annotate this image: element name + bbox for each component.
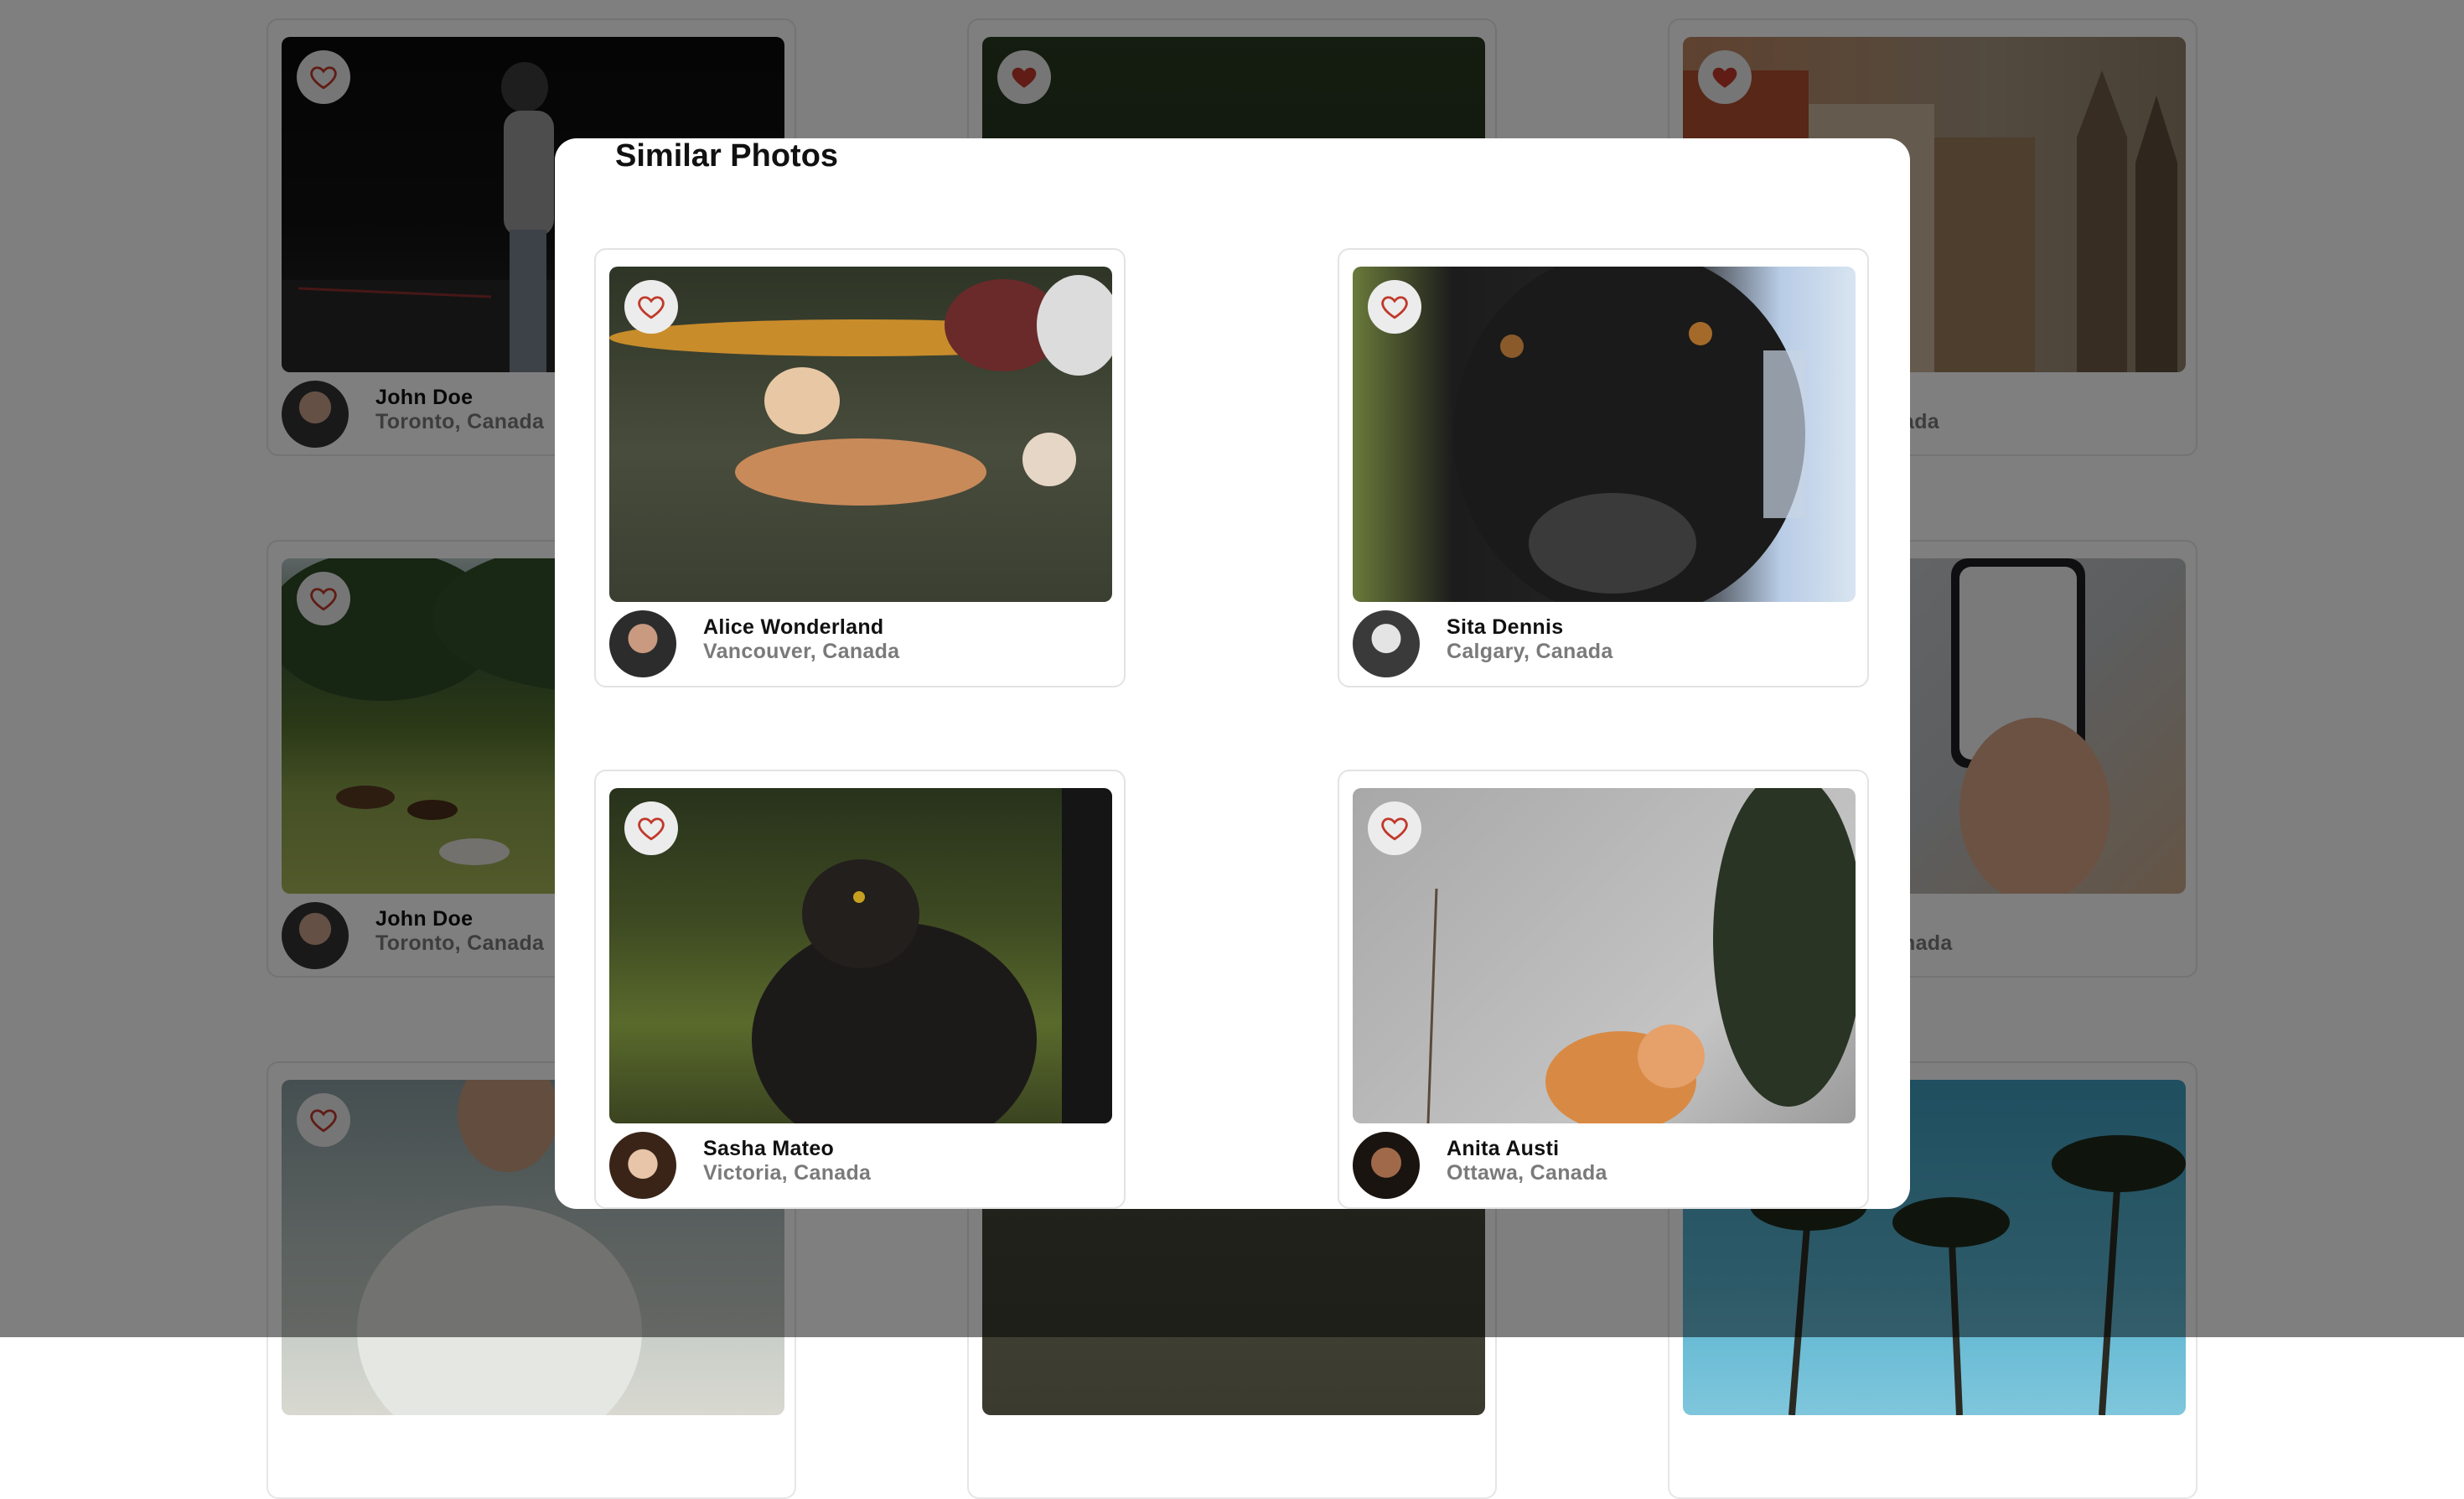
heart-icon (1381, 817, 1408, 841)
similar-photo-card[interactable]: Anita Austi Ottawa, Canada (1338, 770, 1869, 1209)
photographer-name: Sita Dennis (1447, 615, 1564, 639)
like-button[interactable] (1368, 280, 1421, 334)
avatar (609, 610, 676, 677)
dog-lying-on-grass-image (609, 275, 1112, 506)
photo[interactable] (1353, 267, 1856, 602)
black-dog-closeup-image (1453, 267, 1805, 602)
similar-photo-card[interactable]: Sasha Mateo Victoria, Canada (594, 770, 1126, 1209)
avatar (1353, 1132, 1420, 1199)
similar-photo-card[interactable]: Sita Dennis Calgary, Canada (1338, 248, 1869, 687)
photographer-name: Sasha Mateo (703, 1137, 835, 1160)
like-button[interactable] (624, 801, 678, 855)
similar-photos-modal: Similar Photos Alice Wonderland Vancouve… (555, 138, 1910, 1209)
photo[interactable] (1353, 788, 1856, 1123)
photo[interactable] (609, 788, 1112, 1123)
photographer-name: Anita Austi (1447, 1137, 1560, 1160)
photographer-location: Ottawa, Canada (1447, 1161, 1607, 1185)
photographer-name: Alice Wonderland (703, 615, 884, 639)
photographer-location: Victoria, Canada (703, 1161, 872, 1185)
black-cat-image (752, 788, 1112, 1123)
photo[interactable] (609, 267, 1112, 602)
like-button[interactable] (624, 280, 678, 334)
similar-photo-card[interactable]: Alice Wonderland Vancouver, Canada (594, 248, 1126, 687)
heart-icon (638, 296, 665, 319)
avatar (609, 1132, 676, 1199)
heart-icon (1381, 296, 1408, 319)
modal-title: Similar Photos (615, 138, 839, 174)
photographer-location: Calgary, Canada (1447, 640, 1613, 663)
orange-cat-by-wall-image (1426, 788, 1856, 1123)
photographer-location: Vancouver, Canada (703, 640, 900, 663)
heart-icon (638, 817, 665, 841)
avatar (1353, 610, 1420, 677)
like-button[interactable] (1368, 801, 1421, 855)
